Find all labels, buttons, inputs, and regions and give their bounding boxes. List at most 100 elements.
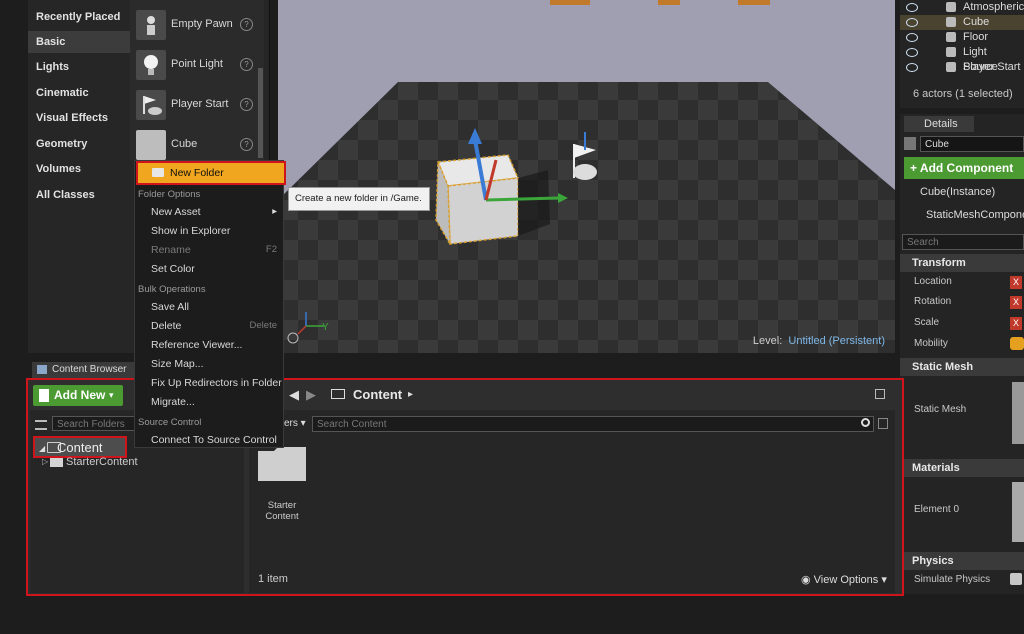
eye-icon[interactable] bbox=[906, 3, 918, 12]
axis-y-label: Y bbox=[322, 322, 329, 333]
menu-shortcut: F2 bbox=[265, 244, 277, 255]
x-axis-field[interactable]: X bbox=[1010, 296, 1022, 309]
actor-name-field[interactable]: Cube bbox=[920, 136, 1024, 152]
scale-label[interactable]: Scale bbox=[914, 317, 939, 328]
player-start-icon bbox=[946, 62, 956, 72]
path-chevron-icon[interactable]: ▸ bbox=[408, 389, 413, 400]
folder-tile-label[interactable]: Starter Content bbox=[252, 500, 312, 522]
component-static-mesh[interactable]: StaticMeshComponen bbox=[926, 209, 1024, 221]
menu-item-reference-viewer[interactable]: Reference Viewer... bbox=[151, 339, 242, 351]
search-content-input[interactable]: Search Content bbox=[312, 416, 874, 432]
add-new-button[interactable]: Add New ▾ bbox=[33, 385, 123, 406]
menu-item-fix-up-redirectors-in-folder[interactable]: Fix Up Redirectors in Folder bbox=[151, 377, 282, 389]
place-actors-list: Empty Pawn ? Point Light ? Player Start … bbox=[130, 0, 264, 160]
physics-section-header[interactable]: Physics bbox=[900, 552, 1024, 570]
level-viewport[interactable]: Y Level: Untitled (Persistent) bbox=[278, 0, 895, 353]
path-breadcrumb-content[interactable]: Content bbox=[353, 387, 402, 402]
rotation-label[interactable]: Rotation bbox=[914, 296, 951, 307]
outliner-row[interactable]: Atmospheric bbox=[900, 0, 1024, 15]
menu-item-size-map[interactable]: Size Map... bbox=[151, 358, 204, 370]
search-icon[interactable] bbox=[861, 418, 870, 427]
lock-icon[interactable] bbox=[875, 389, 885, 399]
menu-item-connect-to-source-control[interactable]: Connect To Source Control bbox=[151, 434, 277, 446]
tree-item-label: Content bbox=[57, 440, 103, 455]
mobility-label: Mobility bbox=[914, 338, 948, 349]
category-lights[interactable]: Lights bbox=[36, 56, 69, 78]
category-visual-effects[interactable]: Visual Effects bbox=[36, 107, 108, 129]
menu-item-migrate[interactable]: Migrate... bbox=[151, 396, 195, 408]
category-recently-placed[interactable]: Recently Placed bbox=[36, 6, 120, 28]
folder-icon bbox=[258, 447, 306, 481]
outliner-row[interactable]: Player Start bbox=[900, 60, 1024, 75]
eye-icon[interactable] bbox=[906, 33, 918, 42]
outliner-row[interactable]: Floor bbox=[900, 30, 1024, 45]
eye-icon[interactable] bbox=[906, 63, 918, 72]
outliner-row-selected[interactable]: Cube bbox=[900, 15, 1024, 30]
tab-details[interactable]: Details bbox=[904, 116, 974, 132]
category-all-classes[interactable]: All Classes bbox=[36, 184, 95, 206]
menu-item-delete[interactable]: Delete bbox=[151, 320, 181, 332]
tree-collapse-icon[interactable]: ◢ bbox=[39, 444, 45, 453]
x-axis-field[interactable]: X bbox=[1010, 317, 1022, 330]
help-icon[interactable]: ? bbox=[240, 98, 253, 111]
eye-icon[interactable] bbox=[906, 18, 918, 27]
pawn-icon bbox=[136, 10, 166, 40]
materials-section-header[interactable]: Materials bbox=[900, 459, 1024, 477]
details-search-input[interactable]: Search bbox=[902, 234, 1024, 250]
actor-item-empty-pawn[interactable]: Empty Pawn ? bbox=[136, 8, 258, 42]
folder-icon bbox=[50, 458, 63, 467]
folder-context-menu: Folder Options New Asset ▸ Show in Explorer… bbox=[134, 160, 284, 448]
category-geometry[interactable]: Geometry bbox=[36, 133, 87, 155]
player-start-icon bbox=[136, 90, 166, 120]
save-search-icon[interactable] bbox=[878, 418, 888, 429]
new-folder-icon bbox=[152, 168, 164, 177]
add-component-button[interactable]: + Add Component bbox=[904, 157, 1024, 179]
simulate-physics-checkbox[interactable] bbox=[1010, 573, 1022, 585]
actor-item-player-start[interactable]: Player Start ? bbox=[136, 88, 258, 122]
menu-section-header: Folder Options bbox=[138, 189, 201, 200]
actor-item-point-light[interactable]: Point Light ? bbox=[136, 48, 258, 82]
material-thumbnail[interactable] bbox=[1012, 482, 1024, 542]
help-icon[interactable]: ? bbox=[240, 58, 253, 71]
category-volumes[interactable]: Volumes bbox=[36, 158, 81, 180]
menu-item-show-in-explorer[interactable]: Show in Explorer bbox=[151, 225, 230, 237]
tab-label: Content Browser bbox=[52, 364, 127, 375]
tree-item-starter-content[interactable]: ▷ StarterContent bbox=[42, 456, 152, 470]
static-mesh-section-header[interactable]: Static Mesh bbox=[900, 358, 1024, 376]
menu-item-rename: Rename bbox=[151, 244, 191, 256]
add-new-label: Add New bbox=[54, 388, 106, 402]
category-cinematic[interactable]: Cinematic bbox=[36, 82, 89, 104]
level-label: Level: Untitled (Persistent) bbox=[753, 335, 885, 347]
component-instance[interactable]: Cube(Instance) bbox=[920, 186, 995, 198]
mobility-toggle[interactable] bbox=[1010, 337, 1024, 350]
level-prefix: Level: bbox=[752, 335, 783, 347]
back-arrow-icon[interactable]: ◀ bbox=[289, 387, 299, 403]
category-basic[interactable]: Basic bbox=[28, 31, 138, 53]
folder-tile-starter-content[interactable] bbox=[256, 445, 308, 483]
location-label[interactable]: Location bbox=[914, 276, 952, 287]
static-mesh-thumbnail[interactable] bbox=[1012, 382, 1024, 444]
outliner-row[interactable]: Light Source bbox=[900, 45, 1024, 73]
tree-expand-icon[interactable]: ▷ bbox=[42, 457, 48, 466]
menu-item-new-asset[interactable]: New Asset bbox=[151, 206, 201, 218]
view-options-button[interactable]: ◉ View Options ▾ bbox=[801, 573, 887, 586]
actor-item-label: Cube bbox=[171, 138, 198, 150]
x-axis-field[interactable]: X bbox=[1010, 276, 1022, 289]
help-icon[interactable]: ? bbox=[240, 18, 253, 31]
help-icon[interactable]: ? bbox=[240, 138, 253, 151]
forward-arrow-icon[interactable]: ▶ bbox=[306, 387, 316, 403]
sources-toggle-icon[interactable] bbox=[35, 420, 47, 430]
menu-item-save-all[interactable]: Save All bbox=[151, 301, 189, 313]
eye-icon[interactable] bbox=[906, 48, 918, 57]
filters-dropdown[interactable]: ers ▾ bbox=[284, 418, 306, 429]
tab-content-browser[interactable]: Content Browser bbox=[32, 362, 138, 378]
outliner-row-label: Cube bbox=[963, 16, 990, 28]
transform-section-header[interactable]: Transform bbox=[900, 254, 1024, 272]
tree-item-content-selected[interactable]: ◢ Content bbox=[33, 436, 127, 458]
menu-item-new-folder[interactable]: New Folder bbox=[136, 161, 286, 185]
actor-icon bbox=[904, 137, 916, 150]
floor-grid bbox=[278, 82, 895, 353]
actor-item-cube[interactable]: Cube ? bbox=[136, 128, 258, 162]
scrollbar[interactable] bbox=[258, 68, 263, 158]
menu-item-set-color[interactable]: Set Color bbox=[151, 263, 195, 275]
